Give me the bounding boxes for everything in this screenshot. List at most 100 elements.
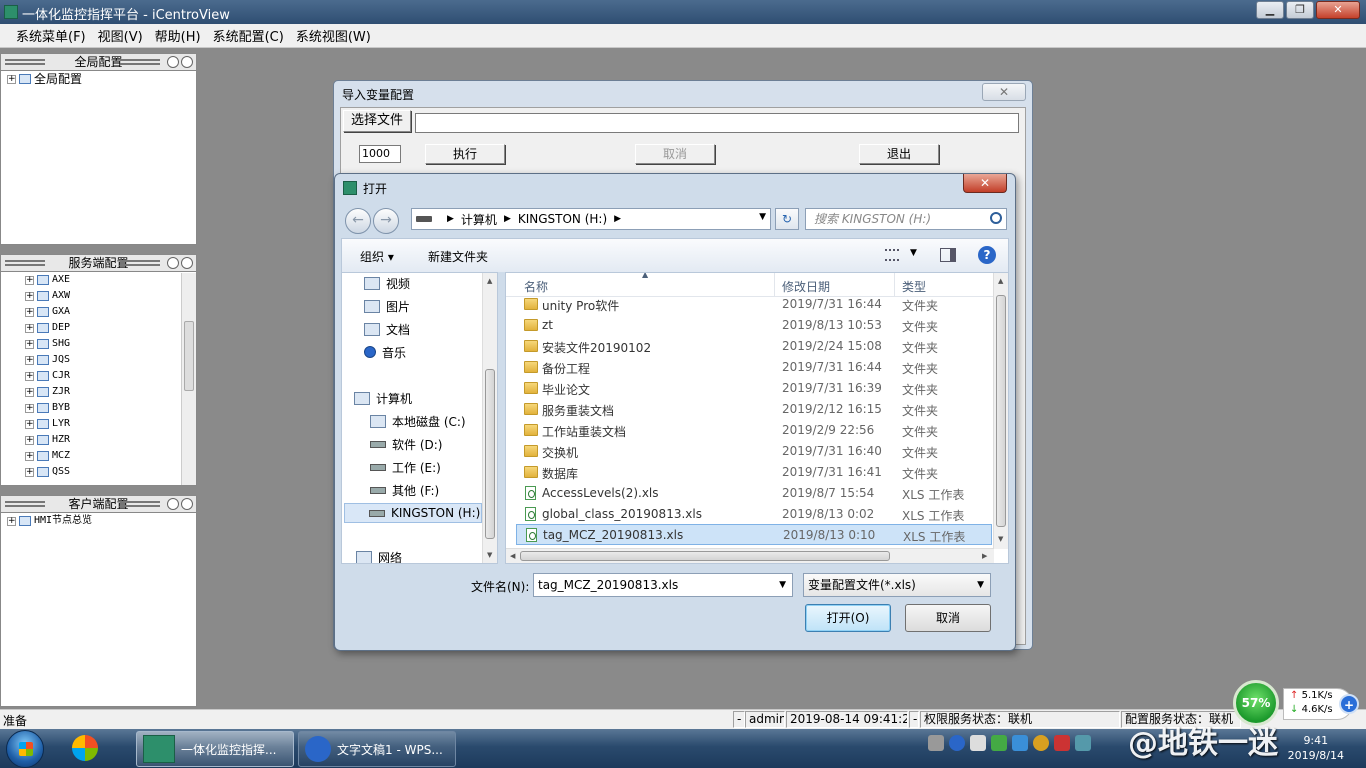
address-bar[interactable]: ▶ 计算机 ▶ KINGSTON (H:) ▶ ▼ bbox=[411, 208, 771, 230]
help-icon[interactable]: ? bbox=[978, 246, 996, 264]
scroll-down-icon[interactable]: ▼ bbox=[998, 535, 1003, 543]
panel-pin-button[interactable] bbox=[167, 498, 179, 510]
app-tray-icon[interactable] bbox=[1054, 735, 1070, 751]
expand-icon[interactable]: + bbox=[25, 435, 34, 445]
tree-item-server[interactable]: + SHG bbox=[19, 336, 196, 352]
new-folder-button[interactable]: 新建文件夹 bbox=[428, 248, 488, 265]
scroll-up-icon[interactable]: ▲ bbox=[998, 277, 1003, 285]
tree-item-server[interactable]: + MCZ bbox=[19, 448, 196, 464]
scroll-right-icon[interactable]: ▶ bbox=[982, 552, 987, 560]
menu-help[interactable]: 帮助(H) bbox=[149, 26, 207, 45]
cancel-button[interactable]: 取消 bbox=[905, 604, 991, 632]
scroll-down-icon[interactable]: ▼ bbox=[487, 551, 492, 559]
taskbar-item-monitor-platform[interactable]: 一体化监控指挥... bbox=[136, 731, 294, 767]
file-row[interactable]: 备份工程 2019/7/31 16:44 文件夹 bbox=[516, 357, 992, 378]
nav-item-music[interactable]: 音乐 bbox=[364, 342, 406, 362]
file-row[interactable]: 工作站重装文档 2019/2/9 22:56 文件夹 bbox=[516, 420, 992, 441]
tree-item-server[interactable]: + AXE bbox=[19, 272, 196, 288]
exit-button[interactable]: 退出 bbox=[859, 144, 939, 164]
column-date[interactable]: 修改日期 bbox=[782, 278, 830, 295]
clock[interactable]: 9:41 2019/8/14 bbox=[1288, 733, 1344, 763]
file-row[interactable]: 服务重装文档 2019/2/12 16:15 文件夹 bbox=[516, 399, 992, 420]
expand-icon[interactable]: + bbox=[25, 451, 34, 461]
scrollbar-thumb[interactable] bbox=[485, 369, 495, 539]
cube-icon[interactable] bbox=[1012, 735, 1028, 751]
tree-item-server[interactable]: + BYB bbox=[19, 400, 196, 416]
file-row[interactable]: unity Pro软件 2019/7/31 16:44 文件夹 bbox=[516, 294, 992, 315]
tree-item-server[interactable]: + GXA bbox=[19, 304, 196, 320]
file-row[interactable]: 毕业论文 2019/7/31 16:39 文件夹 bbox=[516, 378, 992, 399]
tree-item-server[interactable]: + QSS bbox=[19, 464, 196, 480]
filetype-select[interactable]: 变量配置文件(*.xls) ▼ bbox=[803, 573, 991, 597]
usb-tray-icon[interactable] bbox=[1075, 735, 1091, 751]
file-list-vertical-scrollbar[interactable]: ▲ ▼ bbox=[993, 273, 1008, 549]
taskbar-item-wps[interactable]: 文字文稿1 - WPS... bbox=[298, 731, 456, 767]
panel-close-button[interactable] bbox=[181, 257, 193, 269]
pinned-app-icon[interactable] bbox=[60, 733, 114, 765]
chevron-right-icon[interactable]: ▶ bbox=[504, 214, 511, 224]
search-input[interactable]: 搜索 KINGSTON (H:) bbox=[805, 208, 1007, 230]
cancel-button[interactable]: 取消 bbox=[635, 144, 715, 164]
file-row[interactable]: AccessLevels(2).xls 2019/8/7 15:54 XLS 工作表 bbox=[516, 483, 992, 504]
tree-item-server[interactable]: + HZR bbox=[19, 432, 196, 448]
expand-icon[interactable]: + bbox=[25, 323, 34, 333]
navigation-scrollbar[interactable]: ▲ ▼ bbox=[482, 273, 497, 563]
file-row[interactable]: 数据库 2019/7/31 16:41 文件夹 bbox=[516, 462, 992, 483]
menu-system-view[interactable]: 系统视图(W) bbox=[290, 26, 377, 45]
accelerate-button[interactable]: + bbox=[1339, 694, 1359, 714]
expand-icon[interactable]: + bbox=[25, 339, 34, 349]
scrollbar-thumb[interactable] bbox=[520, 551, 890, 561]
expand-icon[interactable]: + bbox=[25, 467, 34, 477]
tree-item-server[interactable]: + ZJR bbox=[19, 384, 196, 400]
help-tray-icon[interactable] bbox=[949, 735, 965, 751]
dialog-close-button[interactable]: ✕ bbox=[963, 174, 1007, 193]
scrollbar-thumb[interactable] bbox=[996, 295, 1006, 527]
chevron-down-icon[interactable]: ▼ bbox=[910, 248, 917, 258]
tree-item-hmi[interactable]: + HMI节点总览 bbox=[1, 513, 196, 529]
column-name[interactable]: 名称 bbox=[524, 278, 548, 295]
organize-button[interactable]: 组织 ▾ bbox=[360, 248, 394, 265]
expand-icon[interactable]: + bbox=[7, 516, 16, 526]
file-row[interactable]: zt 2019/8/13 10:53 文件夹 bbox=[516, 315, 992, 336]
expand-icon[interactable]: + bbox=[25, 355, 34, 365]
preview-pane-icon[interactable] bbox=[940, 248, 956, 262]
tree-item-server[interactable]: + LYR bbox=[19, 416, 196, 432]
expand-icon[interactable]: + bbox=[25, 403, 34, 413]
menu-system[interactable]: 系统菜单(F) bbox=[10, 26, 92, 45]
breadcrumb-computer[interactable]: 计算机 bbox=[461, 211, 497, 228]
keyboard-icon[interactable] bbox=[928, 735, 944, 751]
start-button[interactable] bbox=[6, 730, 44, 768]
file-row[interactable]: 安装文件20190102 2019/2/24 15:08 文件夹 bbox=[516, 336, 992, 357]
breadcrumb-drive[interactable]: KINGSTON (H:) bbox=[518, 212, 607, 226]
open-button[interactable]: 打开(O) bbox=[805, 604, 891, 632]
tree-item-global[interactable]: + 全局配置 bbox=[1, 71, 196, 87]
panel-pin-button[interactable] bbox=[167, 56, 179, 68]
expand-icon[interactable]: + bbox=[25, 307, 34, 317]
menu-system-config[interactable]: 系统配置(C) bbox=[207, 26, 290, 45]
menu-view[interactable]: 视图(V) bbox=[92, 26, 149, 45]
close-button[interactable]: ✕ bbox=[1316, 1, 1360, 19]
select-file-button[interactable]: 选择文件 bbox=[343, 110, 411, 132]
file-list-horizontal-scrollbar[interactable]: ◀ ▶ bbox=[506, 548, 994, 563]
nav-item-documents[interactable]: 文档 bbox=[364, 319, 410, 339]
back-button[interactable]: ← bbox=[345, 208, 371, 234]
scrollbar-thumb[interactable] bbox=[184, 321, 194, 391]
eye-icon[interactable] bbox=[1033, 735, 1049, 751]
count-input[interactable]: 1000 bbox=[359, 145, 401, 163]
tree-item-server[interactable]: + CJR bbox=[19, 368, 196, 384]
nav-item-drive-f[interactable]: 其他 (F:) bbox=[370, 480, 439, 500]
refresh-button[interactable]: ↻ bbox=[775, 208, 799, 230]
file-row[interactable]: global_class_20190813.xls 2019/8/13 0:02 X… bbox=[516, 504, 992, 525]
nav-item-drive-c[interactable]: 本地磁盘 (C:) bbox=[370, 411, 466, 431]
tree-item-server[interactable]: + AXW bbox=[19, 288, 196, 304]
nav-item-drive-d[interactable]: 软件 (D:) bbox=[370, 434, 442, 454]
scroll-up-icon[interactable]: ▲ bbox=[487, 277, 492, 285]
chevron-down-icon[interactable]: ▼ bbox=[759, 212, 766, 222]
nav-item-videos[interactable]: 视频 bbox=[364, 273, 410, 293]
nav-item-computer[interactable]: 计算机 bbox=[354, 388, 412, 408]
panel-pin-button[interactable] bbox=[167, 257, 179, 269]
search-icon[interactable] bbox=[990, 212, 1002, 224]
nav-item-pictures[interactable]: 图片 bbox=[364, 296, 410, 316]
maximize-button[interactable]: ❐ bbox=[1286, 1, 1314, 19]
file-path-input[interactable] bbox=[415, 113, 1019, 133]
